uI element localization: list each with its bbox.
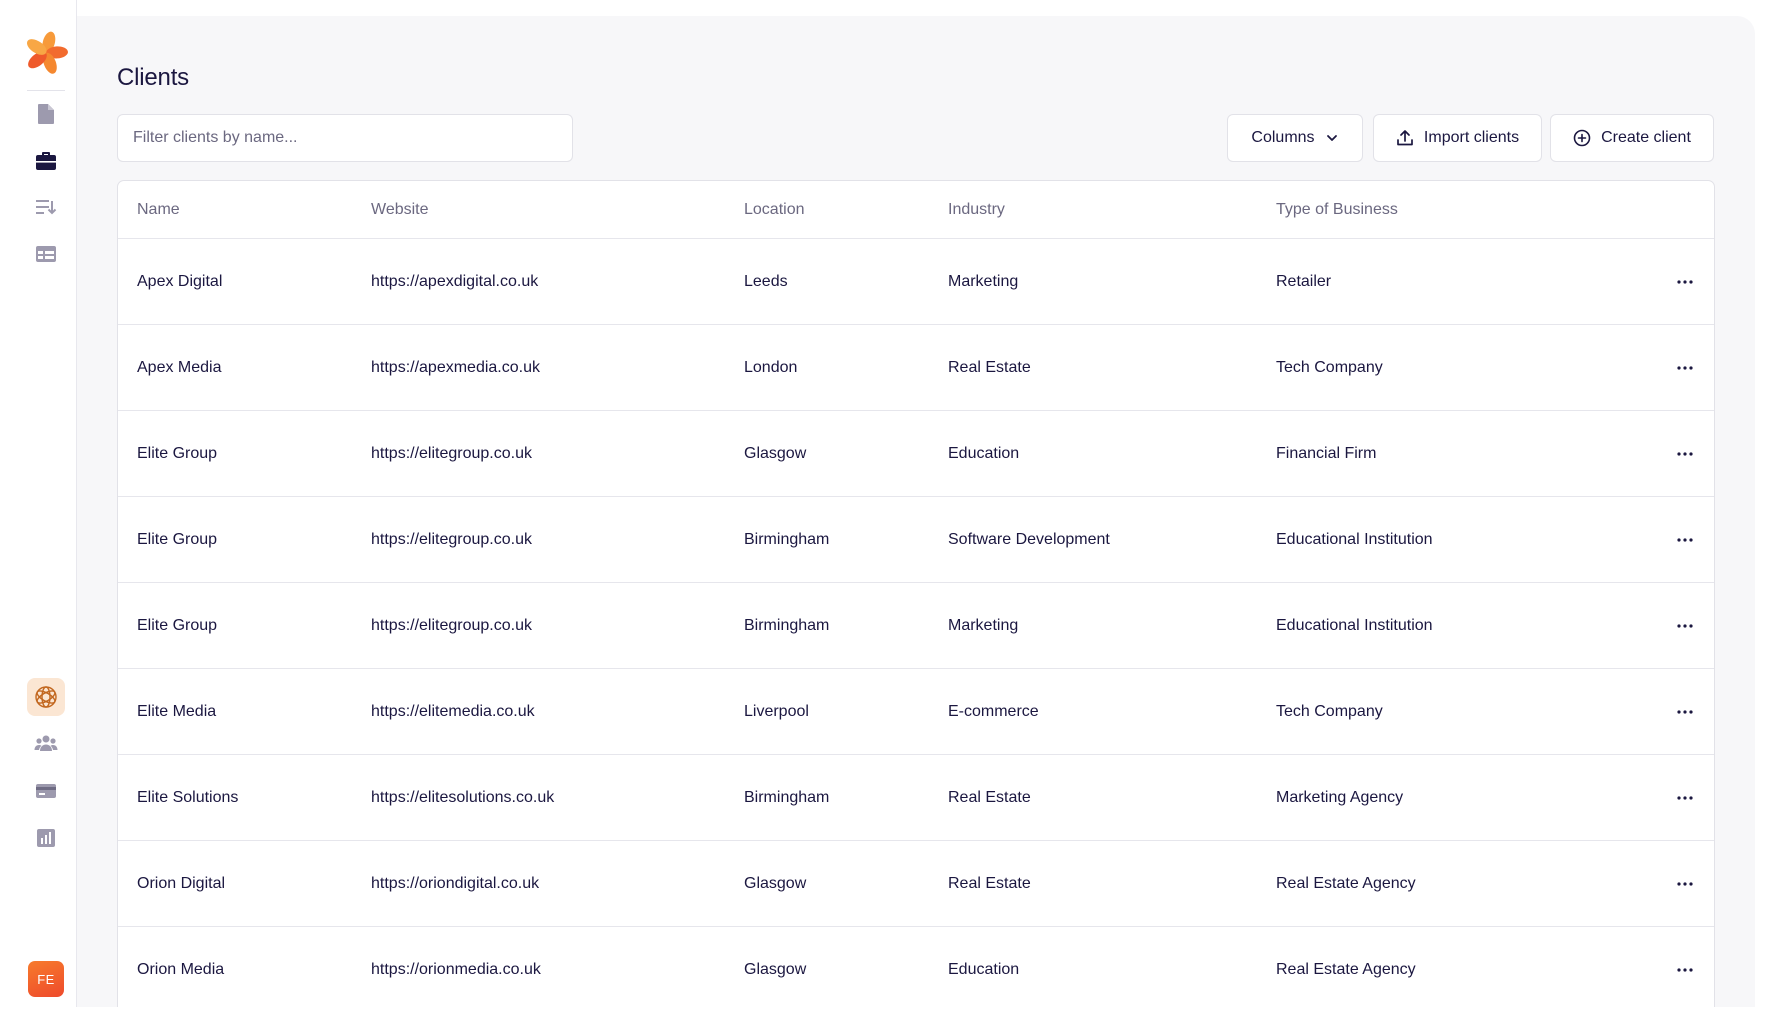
more-options-icon[interactable] (1672, 871, 1698, 897)
header-name[interactable]: Name (137, 181, 180, 239)
cell-location: Glasgow (744, 875, 807, 892)
cell-type: Educational Institution (1276, 617, 1433, 634)
cell-website: https://elitegroup.co.uk (371, 445, 532, 462)
cell-industry: Real Estate (948, 789, 1031, 806)
table-row[interactable]: Elite Group https://elitegroup.co.uk Bir… (118, 583, 1714, 669)
plus-circle-icon (1573, 129, 1591, 147)
credit-card-icon[interactable] (30, 775, 62, 807)
cell-type: Tech Company (1276, 359, 1383, 376)
cell-name: Orion Digital (137, 875, 226, 892)
app-root: FE Clients Columns Import clients Create… (0, 0, 1771, 1021)
briefcase-icon[interactable] (30, 145, 62, 177)
main-content: Clients Columns Import clients Create cl… (77, 16, 1755, 1007)
cell-industry: Marketing (948, 617, 1019, 634)
document-icon[interactable] (30, 98, 62, 130)
filter-clients-input[interactable] (117, 114, 573, 162)
page-title: Clients (117, 64, 189, 91)
columns-button[interactable]: Columns (1227, 114, 1363, 162)
cell-website: https://apexmedia.co.uk (371, 359, 540, 376)
cell-website: https://oriondigital.co.uk (371, 875, 540, 892)
team-icon[interactable] (30, 727, 62, 759)
sort-list-icon[interactable] (30, 191, 62, 223)
table-row[interactable]: Elite Solutions https://elitesolutions.c… (118, 755, 1714, 841)
cell-location: Glasgow (744, 445, 807, 462)
more-options-icon[interactable] (1672, 269, 1698, 295)
cell-location: Liverpool (744, 703, 809, 720)
import-clients-button[interactable]: Import clients (1373, 114, 1542, 162)
header-industry[interactable]: Industry (948, 181, 1005, 239)
more-options-icon[interactable] (1672, 441, 1698, 467)
clients-table: Name Website Location Industry Type of B… (117, 180, 1715, 1007)
cell-name: Elite Media (137, 703, 217, 720)
table-row[interactable]: Apex Media https://apexmedia.co.uk Londo… (118, 325, 1714, 411)
cell-industry: Real Estate (948, 875, 1031, 892)
more-options-icon[interactable] (1672, 785, 1698, 811)
cell-name: Elite Solutions (137, 789, 239, 806)
cell-industry: Software Development (948, 531, 1110, 548)
columns-label: Columns (1251, 129, 1315, 146)
cell-industry: Education (948, 445, 1020, 462)
cell-name: Orion Media (137, 961, 225, 978)
table-row[interactable]: Orion Digital https://oriondigital.co.uk… (118, 841, 1714, 927)
table-icon[interactable] (30, 238, 62, 270)
cell-name: Apex Digital (137, 273, 223, 290)
user-avatar[interactable]: FE (28, 961, 64, 997)
import-clients-label: Import clients (1423, 129, 1520, 146)
sidebar-divider (27, 90, 65, 91)
cell-name: Elite Group (137, 617, 218, 634)
cell-website: https://elitemedia.co.uk (371, 703, 535, 720)
chevron-down-icon (1326, 135, 1337, 141)
more-options-icon[interactable] (1672, 355, 1698, 381)
cell-website: https://orionmedia.co.uk (371, 961, 541, 978)
cell-type: Tech Company (1276, 703, 1383, 720)
sidebar: FE (0, 0, 77, 1007)
more-options-icon[interactable] (1672, 699, 1698, 725)
cell-name: Apex Media (137, 359, 222, 376)
cell-industry: E-commerce (948, 703, 1039, 720)
cell-type: Educational Institution (1276, 531, 1433, 548)
create-client-label: Create client (1601, 129, 1691, 146)
cell-location: Leeds (744, 273, 788, 290)
header-location[interactable]: Location (744, 181, 805, 239)
cell-industry: Marketing (948, 273, 1019, 290)
bar-chart-icon[interactable] (30, 822, 62, 854)
brand-logo-icon[interactable] (23, 30, 69, 76)
cell-type: Financial Firm (1276, 445, 1377, 462)
table-row[interactable]: Elite Media https://elitemedia.co.uk Liv… (118, 669, 1714, 755)
cell-website: https://elitegroup.co.uk (371, 531, 532, 548)
cell-location: London (744, 359, 798, 376)
cell-type: Real Estate Agency (1276, 961, 1416, 978)
header-website[interactable]: Website (371, 181, 429, 239)
header-type-of-business[interactable]: Type of Business (1276, 181, 1398, 239)
cell-location: Birmingham (744, 617, 830, 634)
cell-type: Real Estate Agency (1276, 875, 1416, 892)
table-row[interactable]: Elite Group https://elitegroup.co.uk Bir… (118, 497, 1714, 583)
cell-type: Retailer (1276, 273, 1332, 290)
upload-icon (1397, 130, 1413, 146)
cell-location: Glasgow (744, 961, 807, 978)
more-options-icon[interactable] (1672, 957, 1698, 983)
more-options-icon[interactable] (1672, 527, 1698, 553)
more-options-icon[interactable] (1672, 613, 1698, 639)
cell-website: https://apexdigital.co.uk (371, 273, 539, 290)
cell-website: https://elitesolutions.co.uk (371, 789, 555, 806)
cell-industry: Education (948, 961, 1020, 978)
ai-assistant-icon[interactable] (27, 678, 65, 716)
table-row[interactable]: Elite Group https://elitegroup.co.uk Gla… (118, 411, 1714, 497)
create-client-button[interactable]: Create client (1550, 114, 1714, 162)
cell-type: Marketing Agency (1276, 789, 1404, 806)
table-row[interactable]: Apex Digital https://apexdigital.co.uk L… (118, 239, 1714, 325)
cell-location: Birmingham (744, 531, 830, 548)
cell-location: Birmingham (744, 789, 830, 806)
cell-name: Elite Group (137, 531, 218, 548)
cell-name: Elite Group (137, 445, 218, 462)
table-header: Name Website Location Industry Type of B… (118, 181, 1714, 239)
cell-website: https://elitegroup.co.uk (371, 617, 532, 634)
cell-industry: Real Estate (948, 359, 1031, 376)
table-row[interactable]: Orion Media https://orionmedia.co.uk Gla… (118, 927, 1714, 1007)
